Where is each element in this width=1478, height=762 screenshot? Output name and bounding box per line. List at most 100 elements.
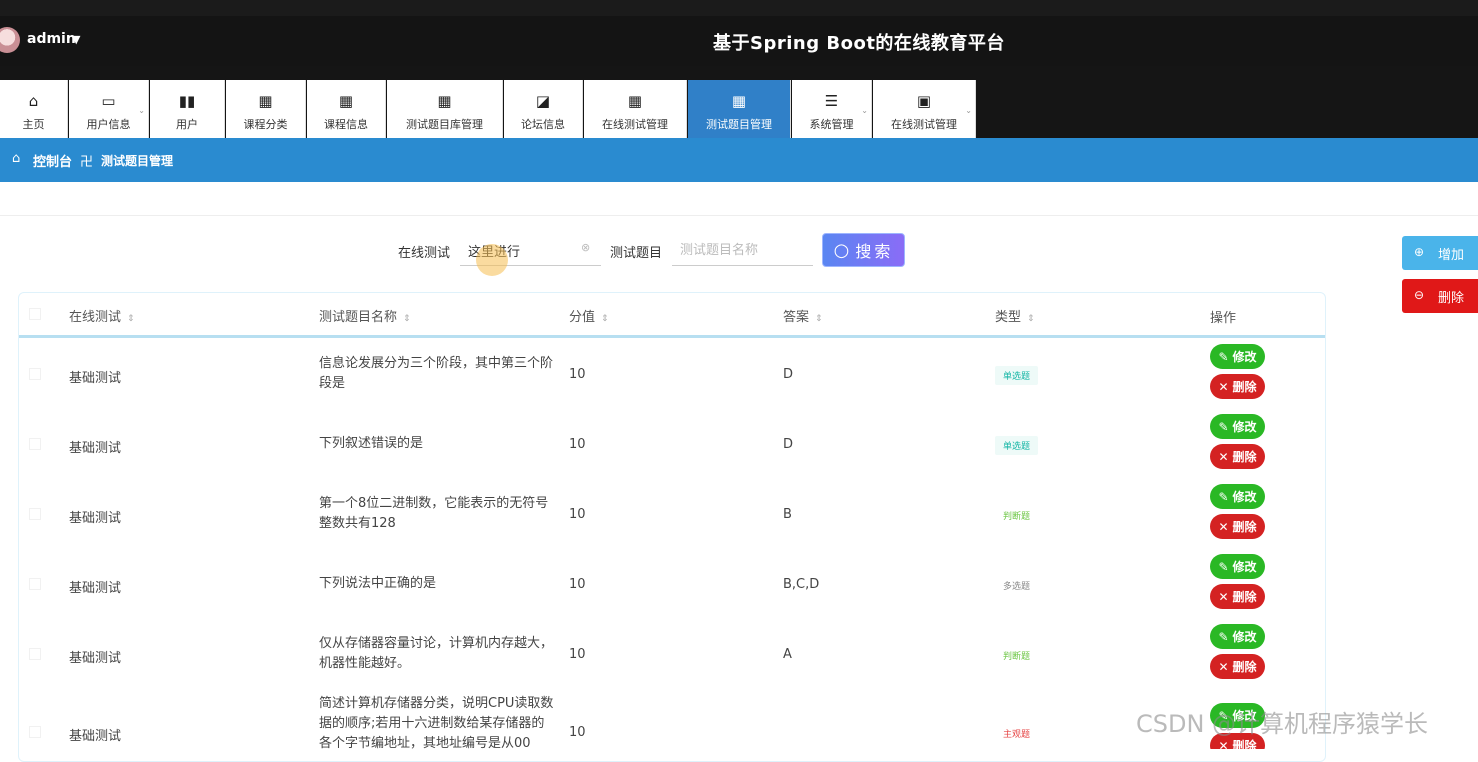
nav-label: 测试题目管理 <box>706 118 772 131</box>
minus-circle-icon: ⊖ <box>1414 288 1425 302</box>
nav-label: 课程信息 <box>324 118 368 131</box>
avatar[interactable] <box>0 27 20 53</box>
nav-label: 测试题目库管理 <box>406 118 483 131</box>
cell-question: 信息论发展分为三个阶段，其中第三个阶段是 <box>319 356 554 391</box>
batch-delete-button[interactable]: ⊖ 删除 <box>1402 279 1478 313</box>
nav-label: 用户信息 <box>86 118 131 131</box>
table-row: 基础测试 下列叙述错误的是 10 D 单选题 ✎ 修改 ✕ 删除 <box>19 409 1325 479</box>
table-row: 基础测试 仅从存储器容量讨论，计算机内存越大，机器性能越好。 10 A 判断题 … <box>19 619 1325 689</box>
nav-course-category[interactable]: ▦ 课程分类 <box>226 80 306 138</box>
breadcrumb-root[interactable]: 控制台 <box>33 151 72 170</box>
edit-button[interactable]: ✎ 修改 <box>1210 484 1265 509</box>
grid-icon: ▦ <box>338 92 354 110</box>
row-checkbox[interactable] <box>29 578 41 590</box>
breadcrumb-separator: 卍 <box>80 155 94 170</box>
nav-online-test-2[interactable]: ▣ 在线测试管理 ⌄ <box>873 80 976 138</box>
nav-home[interactable]: ⌂ 主页 <box>0 80 68 138</box>
nav-online-test[interactable]: ▦ 在线测试管理 <box>584 80 687 138</box>
nav-question-manage[interactable]: ▦ 测试题目管理 <box>688 80 791 138</box>
delete-label: 删除 <box>1232 520 1257 534</box>
close-icon: ✕ <box>1218 659 1229 674</box>
row-checkbox[interactable] <box>29 368 41 380</box>
column-score[interactable]: 分值 ⇕ <box>569 306 609 325</box>
cell-question: 简述计算机存储器分类，说明CPU读取数据的顺序;若用十六进制数给某存储器的各个字… <box>319 696 554 749</box>
select-all-checkbox[interactable] <box>29 308 41 320</box>
type-tag: 单选题 <box>995 366 1039 385</box>
row-checkbox[interactable] <box>29 726 41 738</box>
question-label: 测试题目 <box>610 246 663 261</box>
delete-button[interactable]: ✕ 删除 <box>1210 374 1265 399</box>
search-icon: ○ <box>833 239 850 261</box>
row-checkbox[interactable] <box>29 438 41 450</box>
close-icon: ✕ <box>1218 738 1229 750</box>
edit-button[interactable]: ✎ 修改 <box>1210 414 1265 439</box>
chevron-down-icon: ⌄ <box>965 106 972 115</box>
card-icon: ▭ <box>101 92 116 110</box>
sliders-icon: ☰ <box>824 92 839 110</box>
table-header: 在线测试 ⇕ 测试题目名称 ⇕ 分值 ⇕ 答案 ⇕ 类型 ⇕ 操作 <box>19 293 1325 338</box>
cell-question: 下列叙述错误的是 <box>319 436 424 451</box>
column-label: 在线测试 <box>69 310 122 325</box>
sort-icon[interactable]: ⇕ <box>127 314 135 324</box>
column-label: 答案 <box>783 310 810 325</box>
sort-icon[interactable]: ⇕ <box>815 314 823 324</box>
nav-question-bank[interactable]: ▦ 测试题目库管理 <box>387 80 503 138</box>
nav-bar: ⌂ 主页 ▭ 用户信息 ⌄ ▮▮ 用户 ▦ 课程分类 ▦ 课程信息 ▦ 测试题目… <box>0 66 1478 138</box>
type-tag: 判断题 <box>1003 652 1031 662</box>
column-type[interactable]: 类型 ⇕ <box>995 306 1035 325</box>
nav-label: 在线测试管理 <box>891 118 957 131</box>
delete-button[interactable]: ✕ 删除 <box>1210 584 1265 609</box>
nav-user-info[interactable]: ▭ 用户信息 ⌄ <box>69 80 149 138</box>
nav-system[interactable]: ☰ 系统管理 ⌄ <box>792 80 872 138</box>
edit-button[interactable]: ✎ 修改 <box>1210 554 1265 579</box>
search-button[interactable]: ○ 搜索 <box>822 233 905 267</box>
row-checkbox[interactable] <box>29 508 41 520</box>
delete-button[interactable]: ✕ 删除 <box>1210 654 1265 679</box>
row-checkbox[interactable] <box>29 648 41 660</box>
nav-forum[interactable]: ◪ 论坛信息 <box>504 80 583 138</box>
chevron-down-icon: ⌄ <box>861 106 868 115</box>
delete-button[interactable]: ✕ 删除 <box>1210 444 1265 469</box>
chevron-down-icon: ⌄ <box>138 106 145 115</box>
column-question[interactable]: 测试题目名称 ⇕ <box>319 306 411 325</box>
edit-button[interactable]: ✎ 修改 <box>1210 344 1265 369</box>
caret-down-icon[interactable]: ▼ <box>72 33 80 46</box>
delete-button[interactable]: ✕ 删除 <box>1210 514 1265 539</box>
mouse-cursor-highlight <box>476 244 508 276</box>
column-test[interactable]: 在线测试 ⇕ <box>69 306 135 325</box>
close-icon: ✕ <box>1218 589 1229 604</box>
edit-button[interactable]: ✎ 修改 <box>1210 624 1265 649</box>
cell-score: 10 <box>569 725 586 740</box>
question-search-input[interactable] <box>672 236 813 266</box>
delete-label: 删除 <box>1232 660 1257 674</box>
site-title: 基于Spring Boot的在线教育平台 <box>713 33 1005 54</box>
cell-score: 10 <box>569 437 586 452</box>
nav-label: 系统管理 <box>809 118 854 131</box>
grid-icon: ▦ <box>731 92 747 110</box>
edit-icon: ✎ <box>1218 349 1229 364</box>
sort-icon[interactable]: ⇕ <box>1027 314 1035 324</box>
nav-user[interactable]: ▮▮ 用户 <box>150 80 225 138</box>
delete-label: 删除 <box>1232 590 1257 604</box>
column-answer[interactable]: 答案 ⇕ <box>783 306 823 325</box>
table-row: 基础测试 简述计算机存储器分类，说明CPU读取数据的顺序;若用十六进制数给某存储… <box>19 689 1325 749</box>
cell-answer: B <box>783 507 792 522</box>
breadcrumb-current: 测试题目管理 <box>101 154 174 168</box>
user-menu[interactable]: admin <box>27 31 76 47</box>
home-icon[interactable]: ⌂ <box>12 151 20 166</box>
close-icon: ✕ <box>1218 519 1229 534</box>
cell-test: 基础测试 <box>69 729 122 744</box>
header: admin ▼ 基于Spring Boot的在线教育平台 <box>0 16 1478 66</box>
nav-label: 课程分类 <box>243 118 288 131</box>
sort-icon[interactable]: ⇕ <box>403 314 411 324</box>
table-row: 基础测试 第一个8位二进制数，它能表示的无符号整数共有128 10 B 判断题 … <box>19 479 1325 549</box>
nav-label: 用户 <box>176 118 198 131</box>
clear-icon[interactable]: ⊗ <box>581 241 590 254</box>
sort-icon[interactable]: ⇕ <box>601 314 609 324</box>
column-label: 分值 <box>569 310 596 325</box>
grid-icon: ▦ <box>258 92 273 110</box>
nav-course-info[interactable]: ▦ 课程信息 <box>307 80 386 138</box>
add-button-label: 增加 <box>1438 247 1465 263</box>
add-button[interactable]: ⊕ 增加 <box>1402 236 1478 270</box>
edit-label: 修改 <box>1232 560 1257 574</box>
